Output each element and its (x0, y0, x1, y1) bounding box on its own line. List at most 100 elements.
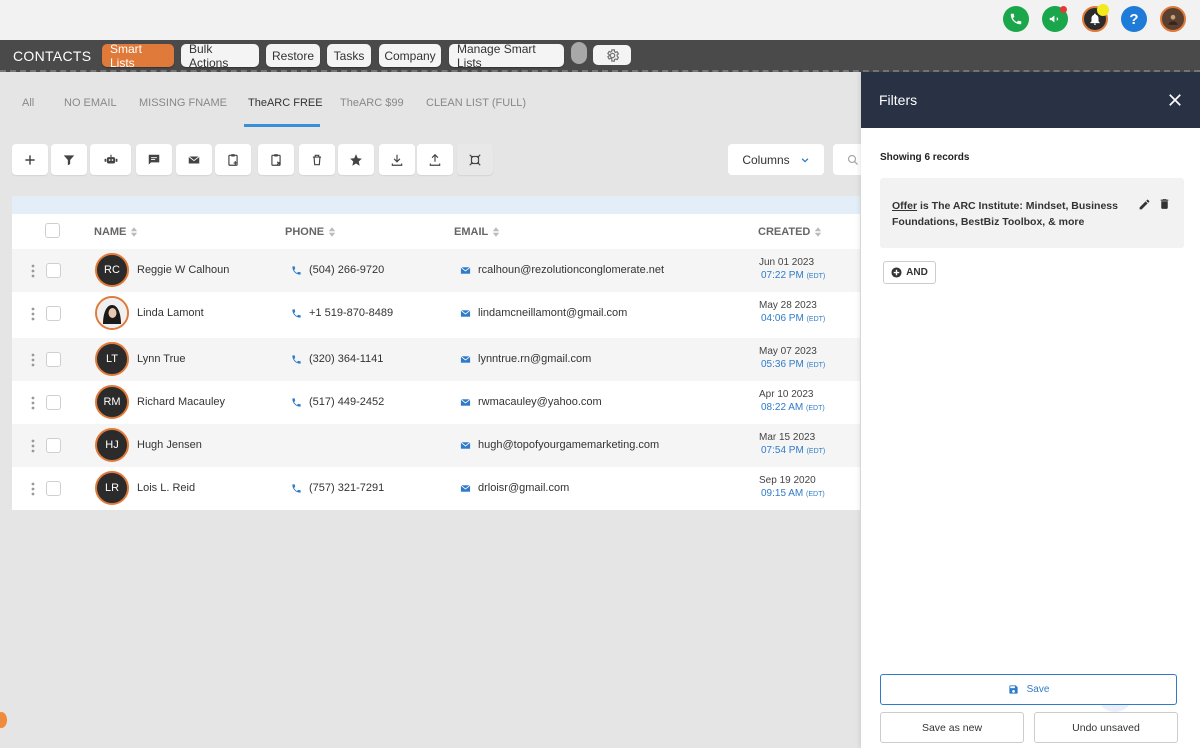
message-icon (148, 154, 160, 165)
tab-clean-list[interactable]: CLEAN LIST (FULL) (426, 97, 526, 109)
clipboard-add-icon (228, 153, 238, 166)
delete-button[interactable] (299, 144, 335, 175)
header-phone[interactable]: PHONE (285, 226, 336, 238)
email-icon (188, 155, 200, 163)
chevron-down-icon (801, 157, 809, 163)
tab-all[interactable]: All (22, 97, 34, 109)
row-checkbox[interactable] (46, 263, 61, 278)
tab-no-email[interactable]: NO EMAIL (64, 97, 117, 109)
table-row[interactable]: HJ Hugh Jensen hugh@topofyourgamemarketi… (12, 424, 860, 467)
contact-email[interactable]: rwmacauley@yahoo.com (478, 396, 602, 408)
download-icon (391, 154, 403, 166)
add-and-condition-button[interactable]: AND (883, 261, 936, 284)
send-email-button[interactable] (176, 144, 212, 175)
favorite-button[interactable] (338, 144, 374, 175)
created-date: Jun 01 2023 (759, 257, 815, 268)
phone-icon[interactable] (1003, 6, 1029, 32)
remove-from-list-button[interactable] (258, 144, 294, 175)
contact-email[interactable]: rcalhoun@rezolutionconglomerate.net (478, 264, 664, 276)
header-email[interactable]: EMAIL (454, 226, 500, 238)
filter-button[interactable] (51, 144, 87, 175)
created-date: Apr 10 2023 (759, 389, 814, 400)
page-title: CONTACTS (13, 48, 92, 64)
add-icon (25, 154, 35, 165)
drag-handle-icon[interactable] (31, 396, 35, 410)
export-button[interactable] (379, 144, 415, 175)
contact-phone[interactable]: (504) 266-9720 (309, 264, 384, 276)
trash-icon (312, 154, 322, 165)
user-avatar[interactable] (1160, 6, 1186, 32)
avatar: LT (95, 342, 129, 376)
tasks-button[interactable]: Tasks (327, 44, 371, 67)
add-to-list-button[interactable] (215, 144, 251, 175)
created-time: 07:22 PM (EDT) (761, 270, 826, 281)
filter-icon (63, 154, 75, 165)
email-icon (460, 398, 471, 406)
created-date: May 07 2023 (759, 346, 817, 357)
contact-name[interactable]: Hugh Jensen (137, 439, 202, 451)
drag-handle-icon[interactable] (31, 264, 35, 278)
floppy-icon (1008, 685, 1018, 694)
restore-button[interactable]: Restore (266, 44, 320, 67)
email-icon (460, 355, 471, 363)
contact-name[interactable]: Richard Macauley (137, 396, 225, 408)
pencil-icon[interactable] (1138, 198, 1151, 211)
table-row[interactable]: LT Lynn True (320) 364-1141 lynntrue.rn@… (12, 338, 860, 381)
contact-email[interactable]: lindamcneillamont@gmail.com (478, 307, 627, 319)
drag-handle-icon[interactable] (31, 353, 35, 367)
contact-name[interactable]: Reggie W Calhoun (137, 264, 229, 276)
smart-lists-button[interactable]: Smart Lists (102, 42, 174, 70)
tab-thearc-free[interactable]: TheARC FREE (248, 97, 323, 109)
contact-phone[interactable]: (320) 364-1141 (309, 353, 383, 365)
contact-email[interactable]: hugh@topofyourgamemarketing.com (478, 439, 659, 451)
email-icon (460, 266, 471, 274)
header-created[interactable]: CREATED (758, 226, 822, 238)
table-row[interactable]: Linda Lamont +1 519-870-8489 lindamcneil… (12, 292, 860, 335)
contact-email[interactable]: lynntrue.rn@gmail.com (478, 353, 591, 365)
import-button[interactable] (417, 144, 453, 175)
close-icon[interactable] (1166, 91, 1184, 109)
drag-handle-icon[interactable] (31, 482, 35, 496)
tab-thearc-99[interactable]: TheARC $99 (340, 97, 404, 109)
settings-gear-button[interactable] (593, 45, 631, 65)
row-checkbox[interactable] (46, 438, 61, 453)
company-button[interactable]: Company (379, 44, 441, 67)
contact-name[interactable]: Lois L. Reid (137, 482, 195, 494)
row-checkbox[interactable] (46, 352, 61, 367)
help-icon[interactable]: ? (1121, 6, 1147, 32)
table-row[interactable]: LR Lois L. Reid (757) 321-7291 drloisr@g… (12, 467, 860, 510)
contact-email[interactable]: drloisr@gmail.com (478, 482, 569, 494)
filter-condition: Offer is The ARC Institute: Mindset, Bus… (880, 178, 1184, 248)
table-row[interactable]: RM Richard Macauley (517) 449-2452 rwmac… (12, 381, 860, 424)
row-checkbox[interactable] (46, 395, 61, 410)
contact-name[interactable]: Lynn True (137, 353, 186, 365)
user-photo (97, 298, 127, 328)
trash-icon[interactable] (1158, 197, 1171, 211)
contact-phone[interactable]: (517) 449-2452 (309, 396, 384, 408)
contact-phone[interactable]: (757) 321-7291 (309, 482, 384, 494)
drag-handle-icon[interactable] (31, 439, 35, 453)
select-all-checkbox[interactable] (45, 223, 60, 238)
undo-unsaved-button[interactable]: Undo unsaved (1034, 712, 1178, 743)
chat-launcher-dot[interactable] (0, 712, 7, 728)
created-date: Sep 19 2020 (759, 475, 816, 486)
save-as-new-button[interactable]: Save as new (880, 712, 1024, 743)
bulk-actions-button[interactable]: Bulk Actions (181, 42, 259, 70)
automation-button[interactable] (90, 144, 131, 175)
save-button[interactable]: Save (880, 674, 1177, 705)
send-sms-button[interactable] (136, 144, 172, 175)
row-checkbox[interactable] (46, 481, 61, 496)
nav-toggle-pill[interactable] (571, 42, 587, 64)
header-name[interactable]: NAME (94, 226, 138, 238)
row-checkbox[interactable] (46, 306, 61, 321)
table-row[interactable]: RC Reggie W Calhoun (504) 266-9720 rcalh… (12, 249, 860, 292)
columns-dropdown[interactable]: Columns (728, 144, 824, 175)
add-contact-button[interactable] (12, 144, 48, 175)
merge-button[interactable] (457, 144, 493, 175)
filter-field-link[interactable]: Offer (892, 200, 917, 212)
manage-smart-lists-button[interactable]: Manage Smart Lists (449, 42, 564, 70)
tab-missing-fname[interactable]: MISSING FNAME (139, 97, 227, 109)
contact-phone[interactable]: +1 519-870-8489 (309, 307, 393, 319)
contact-name[interactable]: Linda Lamont (137, 307, 204, 319)
drag-handle-icon[interactable] (31, 307, 35, 321)
